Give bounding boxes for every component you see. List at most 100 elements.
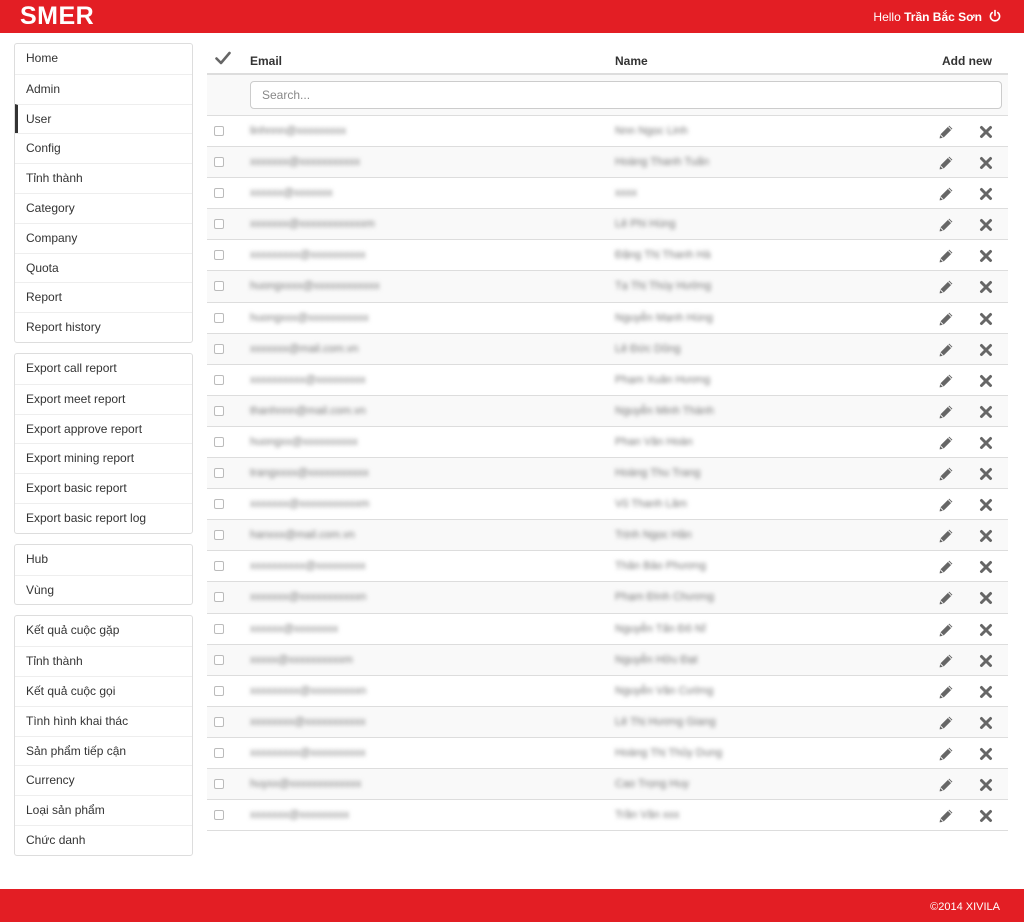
- sidebar-item-config[interactable]: Config: [15, 133, 192, 163]
- row-checkbox[interactable]: [214, 592, 224, 603]
- sidebar-item-san-pham-tiep-can[interactable]: Sản phẩm tiếp cận: [15, 735, 192, 766]
- row-checkbox[interactable]: [214, 561, 224, 572]
- close-icon[interactable]: [979, 654, 993, 668]
- sidebar-item-export-approve-report[interactable]: Export approve report: [15, 413, 192, 444]
- row-checkbox[interactable]: [214, 188, 224, 199]
- row-checkbox[interactable]: [214, 778, 224, 789]
- pencil-icon[interactable]: [938, 808, 954, 824]
- pencil-icon[interactable]: [938, 373, 954, 389]
- close-icon[interactable]: [979, 280, 993, 294]
- sidebar-item-export-call-report[interactable]: Export call report: [15, 354, 192, 384]
- pencil-icon[interactable]: [938, 497, 954, 513]
- sidebar-item-tinh-hinh-khai-thac[interactable]: Tình hình khai thác: [15, 705, 192, 736]
- row-checkbox[interactable]: [214, 405, 224, 416]
- close-icon[interactable]: [979, 343, 993, 357]
- pencil-icon[interactable]: [938, 528, 954, 544]
- sidebar-item-home[interactable]: Home: [15, 44, 192, 74]
- row-checkbox[interactable]: [214, 530, 224, 541]
- row-checkbox[interactable]: [214, 747, 224, 758]
- sidebar-item-ket-qua-cuoc-gap[interactable]: Kết quả cuộc gặp: [15, 616, 192, 646]
- pencil-icon[interactable]: [938, 559, 954, 575]
- pencil-icon[interactable]: [938, 684, 954, 700]
- sidebar-item-tinh-thanh[interactable]: Tỉnh thành: [15, 163, 192, 193]
- pencil-icon[interactable]: [938, 404, 954, 420]
- sidebar-item-chuc-danh[interactable]: Chức danh: [15, 824, 192, 855]
- sidebar-item-report[interactable]: Report: [15, 282, 192, 312]
- row-checkbox[interactable]: [214, 810, 224, 821]
- close-icon[interactable]: [979, 716, 993, 730]
- sidebar-item-export-meet-report[interactable]: Export meet report: [15, 383, 192, 414]
- user-name[interactable]: Trần Bắc Sơn: [904, 10, 982, 24]
- pencil-icon[interactable]: [938, 124, 954, 140]
- sidebar-item-loai-san-pham[interactable]: Loại sản phẩm: [15, 795, 192, 825]
- close-icon[interactable]: [979, 405, 993, 419]
- close-icon[interactable]: [979, 249, 993, 263]
- pencil-icon[interactable]: [938, 248, 954, 264]
- row-checkbox[interactable]: [214, 499, 224, 510]
- close-icon[interactable]: [979, 125, 993, 139]
- close-icon[interactable]: [979, 747, 993, 761]
- power-icon[interactable]: [988, 9, 1002, 23]
- pencil-icon[interactable]: [938, 466, 954, 482]
- pencil-icon[interactable]: [938, 715, 954, 731]
- close-icon[interactable]: [979, 809, 993, 823]
- close-icon[interactable]: [979, 560, 993, 574]
- close-icon[interactable]: [979, 187, 993, 201]
- checkmark-icon[interactable]: [215, 51, 231, 65]
- pencil-icon[interactable]: [938, 746, 954, 762]
- close-icon[interactable]: [979, 436, 993, 450]
- pencil-icon[interactable]: [938, 279, 954, 295]
- close-icon[interactable]: [979, 623, 993, 637]
- row-checkbox[interactable]: [214, 436, 224, 447]
- close-icon[interactable]: [979, 312, 993, 326]
- pencil-icon[interactable]: [938, 653, 954, 669]
- row-checkbox[interactable]: [214, 281, 224, 292]
- pencil-icon[interactable]: [938, 311, 954, 327]
- row-checkbox[interactable]: [214, 343, 224, 354]
- sidebar-item-quota[interactable]: Quota: [15, 252, 192, 283]
- close-icon[interactable]: [979, 498, 993, 512]
- add-new-link[interactable]: Add new: [942, 54, 992, 68]
- pencil-icon[interactable]: [938, 217, 954, 233]
- pencil-icon[interactable]: [938, 435, 954, 451]
- sidebar-item-vung[interactable]: Vùng: [15, 574, 192, 605]
- close-icon[interactable]: [979, 591, 993, 605]
- pencil-icon[interactable]: [938, 155, 954, 171]
- row-checkbox[interactable]: [214, 374, 224, 385]
- sidebar-item-ket-qua-cuoc-goi[interactable]: Kết quả cuộc gọi: [15, 675, 192, 706]
- sidebar-item-report-history[interactable]: Report history: [15, 312, 192, 342]
- sidebar-item-export-basic-report[interactable]: Export basic report: [15, 473, 192, 503]
- close-icon[interactable]: [979, 218, 993, 232]
- pencil-icon[interactable]: [938, 342, 954, 358]
- pencil-icon[interactable]: [938, 186, 954, 202]
- sidebar-item-export-basic-report-log[interactable]: Export basic report log: [15, 502, 192, 533]
- pencil-icon[interactable]: [938, 590, 954, 606]
- sidebar-item-tinh-thanh[interactable]: Tỉnh thành: [15, 646, 192, 676]
- sidebar-item-company[interactable]: Company: [15, 222, 192, 253]
- brand-logo[interactable]: SMER: [20, 2, 94, 31]
- pencil-icon[interactable]: [938, 622, 954, 638]
- close-icon[interactable]: [979, 529, 993, 543]
- row-checkbox[interactable]: [214, 716, 224, 727]
- close-icon[interactable]: [979, 156, 993, 170]
- sidebar-item-user[interactable]: User: [15, 103, 192, 134]
- sidebar-item-category[interactable]: Category: [15, 192, 192, 223]
- search-input[interactable]: [250, 81, 1002, 109]
- row-checkbox[interactable]: [214, 623, 224, 634]
- close-icon[interactable]: [979, 467, 993, 481]
- close-icon[interactable]: [979, 374, 993, 388]
- sidebar-item-export-mining-report[interactable]: Export mining report: [15, 443, 192, 473]
- row-checkbox[interactable]: [214, 654, 224, 665]
- sidebar-item-currency[interactable]: Currency: [15, 765, 192, 795]
- row-checkbox[interactable]: [214, 685, 224, 696]
- row-checkbox[interactable]: [214, 312, 224, 323]
- row-checkbox[interactable]: [214, 126, 224, 136]
- pencil-icon[interactable]: [938, 777, 954, 793]
- row-checkbox[interactable]: [214, 219, 224, 230]
- close-icon[interactable]: [979, 685, 993, 699]
- row-checkbox[interactable]: [214, 250, 224, 261]
- row-checkbox[interactable]: [214, 468, 224, 479]
- close-icon[interactable]: [979, 778, 993, 792]
- sidebar-item-admin[interactable]: Admin: [15, 73, 192, 104]
- row-checkbox[interactable]: [214, 157, 224, 168]
